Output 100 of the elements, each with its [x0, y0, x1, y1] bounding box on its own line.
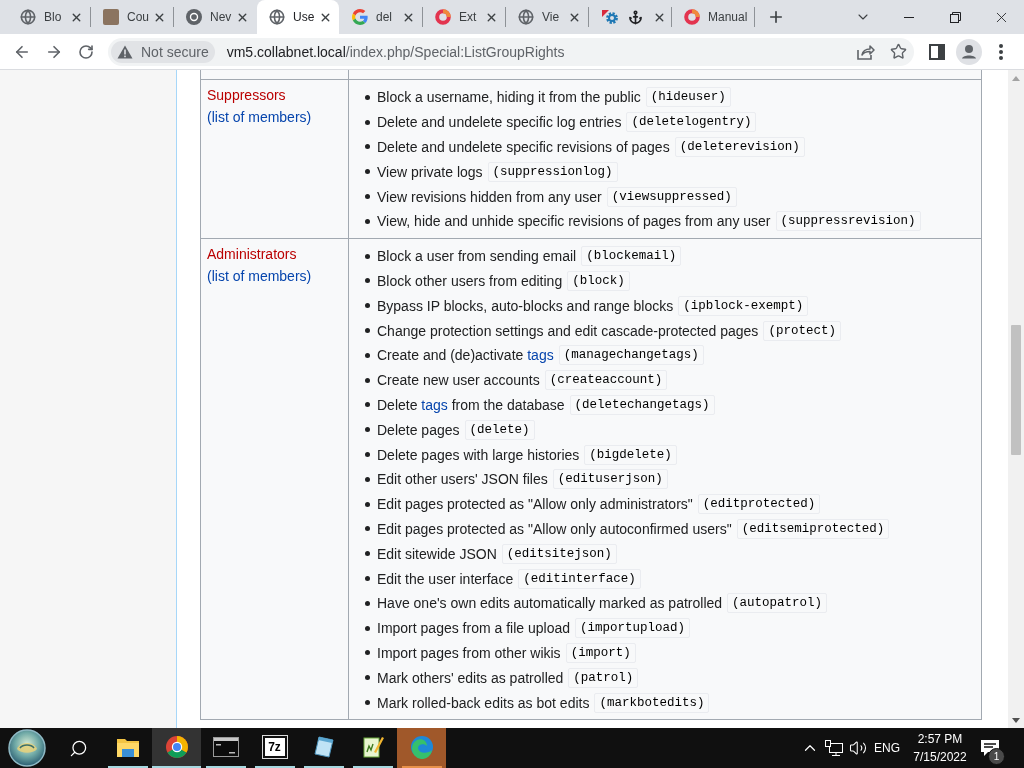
notepad-icon [311, 735, 336, 759]
bullet-icon [365, 551, 370, 557]
down-triangle-icon [1012, 717, 1020, 723]
tab-title: Nev [210, 10, 233, 24]
permission-text: Mark rolled-back edits as bot edits [377, 693, 590, 712]
folder-icon [115, 736, 140, 758]
minimize-icon [904, 16, 914, 18]
permission-text: Delete and undelete specific revisions of pages [377, 138, 670, 156]
permission-text: Delete and undelete specific log entries [377, 113, 622, 132]
bullet-icon [365, 278, 370, 284]
bullet-icon [365, 94, 370, 100]
permission-code: (ipblock-exempt) [678, 295, 809, 316]
permission-code: (autopatrol) [727, 593, 828, 614]
members-link[interactable]: (list of members) [207, 264, 312, 287]
permission-code: (editinterface) [518, 568, 641, 589]
scrollbar-thumb[interactable] [1011, 325, 1021, 455]
permission-text: Import pages from other wikis [377, 643, 561, 662]
menu-icon [999, 43, 1003, 60]
notification-button[interactable]: 1 [972, 728, 1008, 768]
pencil-page-icon [360, 735, 385, 759]
browser-tab[interactable]: Blo [8, 0, 90, 34]
browser-tab[interactable]: Vie [506, 0, 588, 34]
permission-text: Edit sitewide JSON [377, 544, 497, 563]
restore-icon [949, 11, 961, 23]
permission-code: (import) [565, 642, 636, 663]
permission-text: View revisions hidden from any user [377, 187, 602, 206]
star-icon [889, 43, 907, 60]
permission-code: (suppressrevision) [775, 211, 921, 232]
swirl-icon [409, 735, 434, 759]
tags-link[interactable]: tags [421, 396, 448, 413]
permission-code: (managechangetags) [558, 345, 704, 366]
browser-tab[interactable]: Use [257, 0, 339, 34]
security-chip[interactable]: Not secure [111, 40, 215, 63]
reload-icon [78, 43, 94, 60]
bullet-icon [365, 675, 370, 681]
permission-text: Delete pages [377, 420, 460, 439]
browser-tab[interactable]: Manual [672, 0, 754, 34]
bullet-icon [365, 328, 370, 334]
permission-code: (suppressionlog) [487, 161, 618, 182]
bullet-icon [365, 169, 370, 175]
bullet-icon [365, 650, 370, 656]
tab-title: del [376, 10, 393, 24]
bullet-icon [365, 576, 370, 582]
photo-placeholder [103, 9, 119, 25]
network-icon [825, 740, 843, 756]
permission-text: Mark others' edits as patrolled [377, 668, 564, 687]
bullet-icon [365, 501, 370, 507]
side-panel-icon [929, 43, 945, 60]
browser-icon [186, 9, 202, 25]
tags-link[interactable]: tags [527, 347, 554, 364]
browser-tab[interactable]: Ext [423, 0, 505, 34]
bullet-icon [365, 253, 370, 259]
clock-button[interactable]: 2:57 PM 7/15/2022 [908, 728, 972, 768]
avatar-icon [956, 38, 982, 65]
browser-icon [164, 735, 189, 759]
permission-code: (bigdelete) [584, 444, 677, 465]
permission-code: (editsitejson) [501, 543, 617, 564]
bullet-icon [365, 352, 370, 358]
bullet-icon [365, 452, 370, 458]
bullet-icon [365, 700, 370, 705]
tab-title: Ext [459, 10, 478, 24]
permission-text: Change protection settings and edit cascade-protected pages [377, 321, 759, 340]
bullet-icon [365, 600, 370, 606]
bullet-icon [365, 119, 370, 125]
members-link[interactable]: (list of members) [207, 106, 312, 128]
taskbar-app-button[interactable] [152, 728, 201, 768]
profile-button[interactable] [955, 37, 983, 66]
browser-tab[interactable]: del [340, 0, 422, 34]
volume-icon [849, 739, 867, 757]
permission-text: Edit other users' JSON files [377, 470, 548, 489]
ring-icon [684, 9, 700, 25]
tab-title: Blo [44, 10, 63, 24]
gear-icon [601, 9, 619, 25]
permission-code: (block) [567, 270, 630, 291]
permission-text: View, hide and unhide specific revisions of pages from any user [377, 212, 771, 231]
permission-text: Block a username, hiding it from the public [377, 88, 641, 107]
tab-title: Manual [708, 10, 749, 24]
terminal-icon [212, 737, 239, 757]
language-button[interactable]: ENG [872, 728, 902, 768]
globe-icon [518, 9, 534, 25]
taskbar-app-button[interactable]: 7z [250, 728, 299, 768]
permission-code: (markbotedits) [594, 692, 710, 713]
group-link[interactable]: Administrators [207, 242, 297, 265]
group-link[interactable]: Suppressors [207, 84, 286, 106]
permission-code: (hideuser) [645, 87, 731, 108]
permission-code: (importupload) [575, 618, 691, 639]
permission-code: (viewsuppressed) [606, 186, 737, 207]
permission-text: Have one's own edits automatically marked as patrolled [377, 594, 723, 613]
ring-icon [435, 9, 451, 25]
browser-tab[interactable]: Cou [91, 0, 173, 34]
g-logo-icon [352, 9, 368, 25]
address-bar[interactable]: Not secure vm5.collabnet.local/index.php/Special:ListGroupRights [108, 37, 914, 66]
up-triangle-icon [1012, 75, 1020, 81]
globe-icon [20, 9, 36, 25]
browser-tab[interactable]: Nev [174, 0, 256, 34]
permission-text: Edit pages protected as "Allow only administrators" [377, 495, 693, 514]
permission-code: (deleterevision) [674, 137, 805, 157]
globe-icon [269, 9, 285, 25]
bullet-icon [365, 526, 370, 532]
warning-icon [117, 44, 133, 59]
